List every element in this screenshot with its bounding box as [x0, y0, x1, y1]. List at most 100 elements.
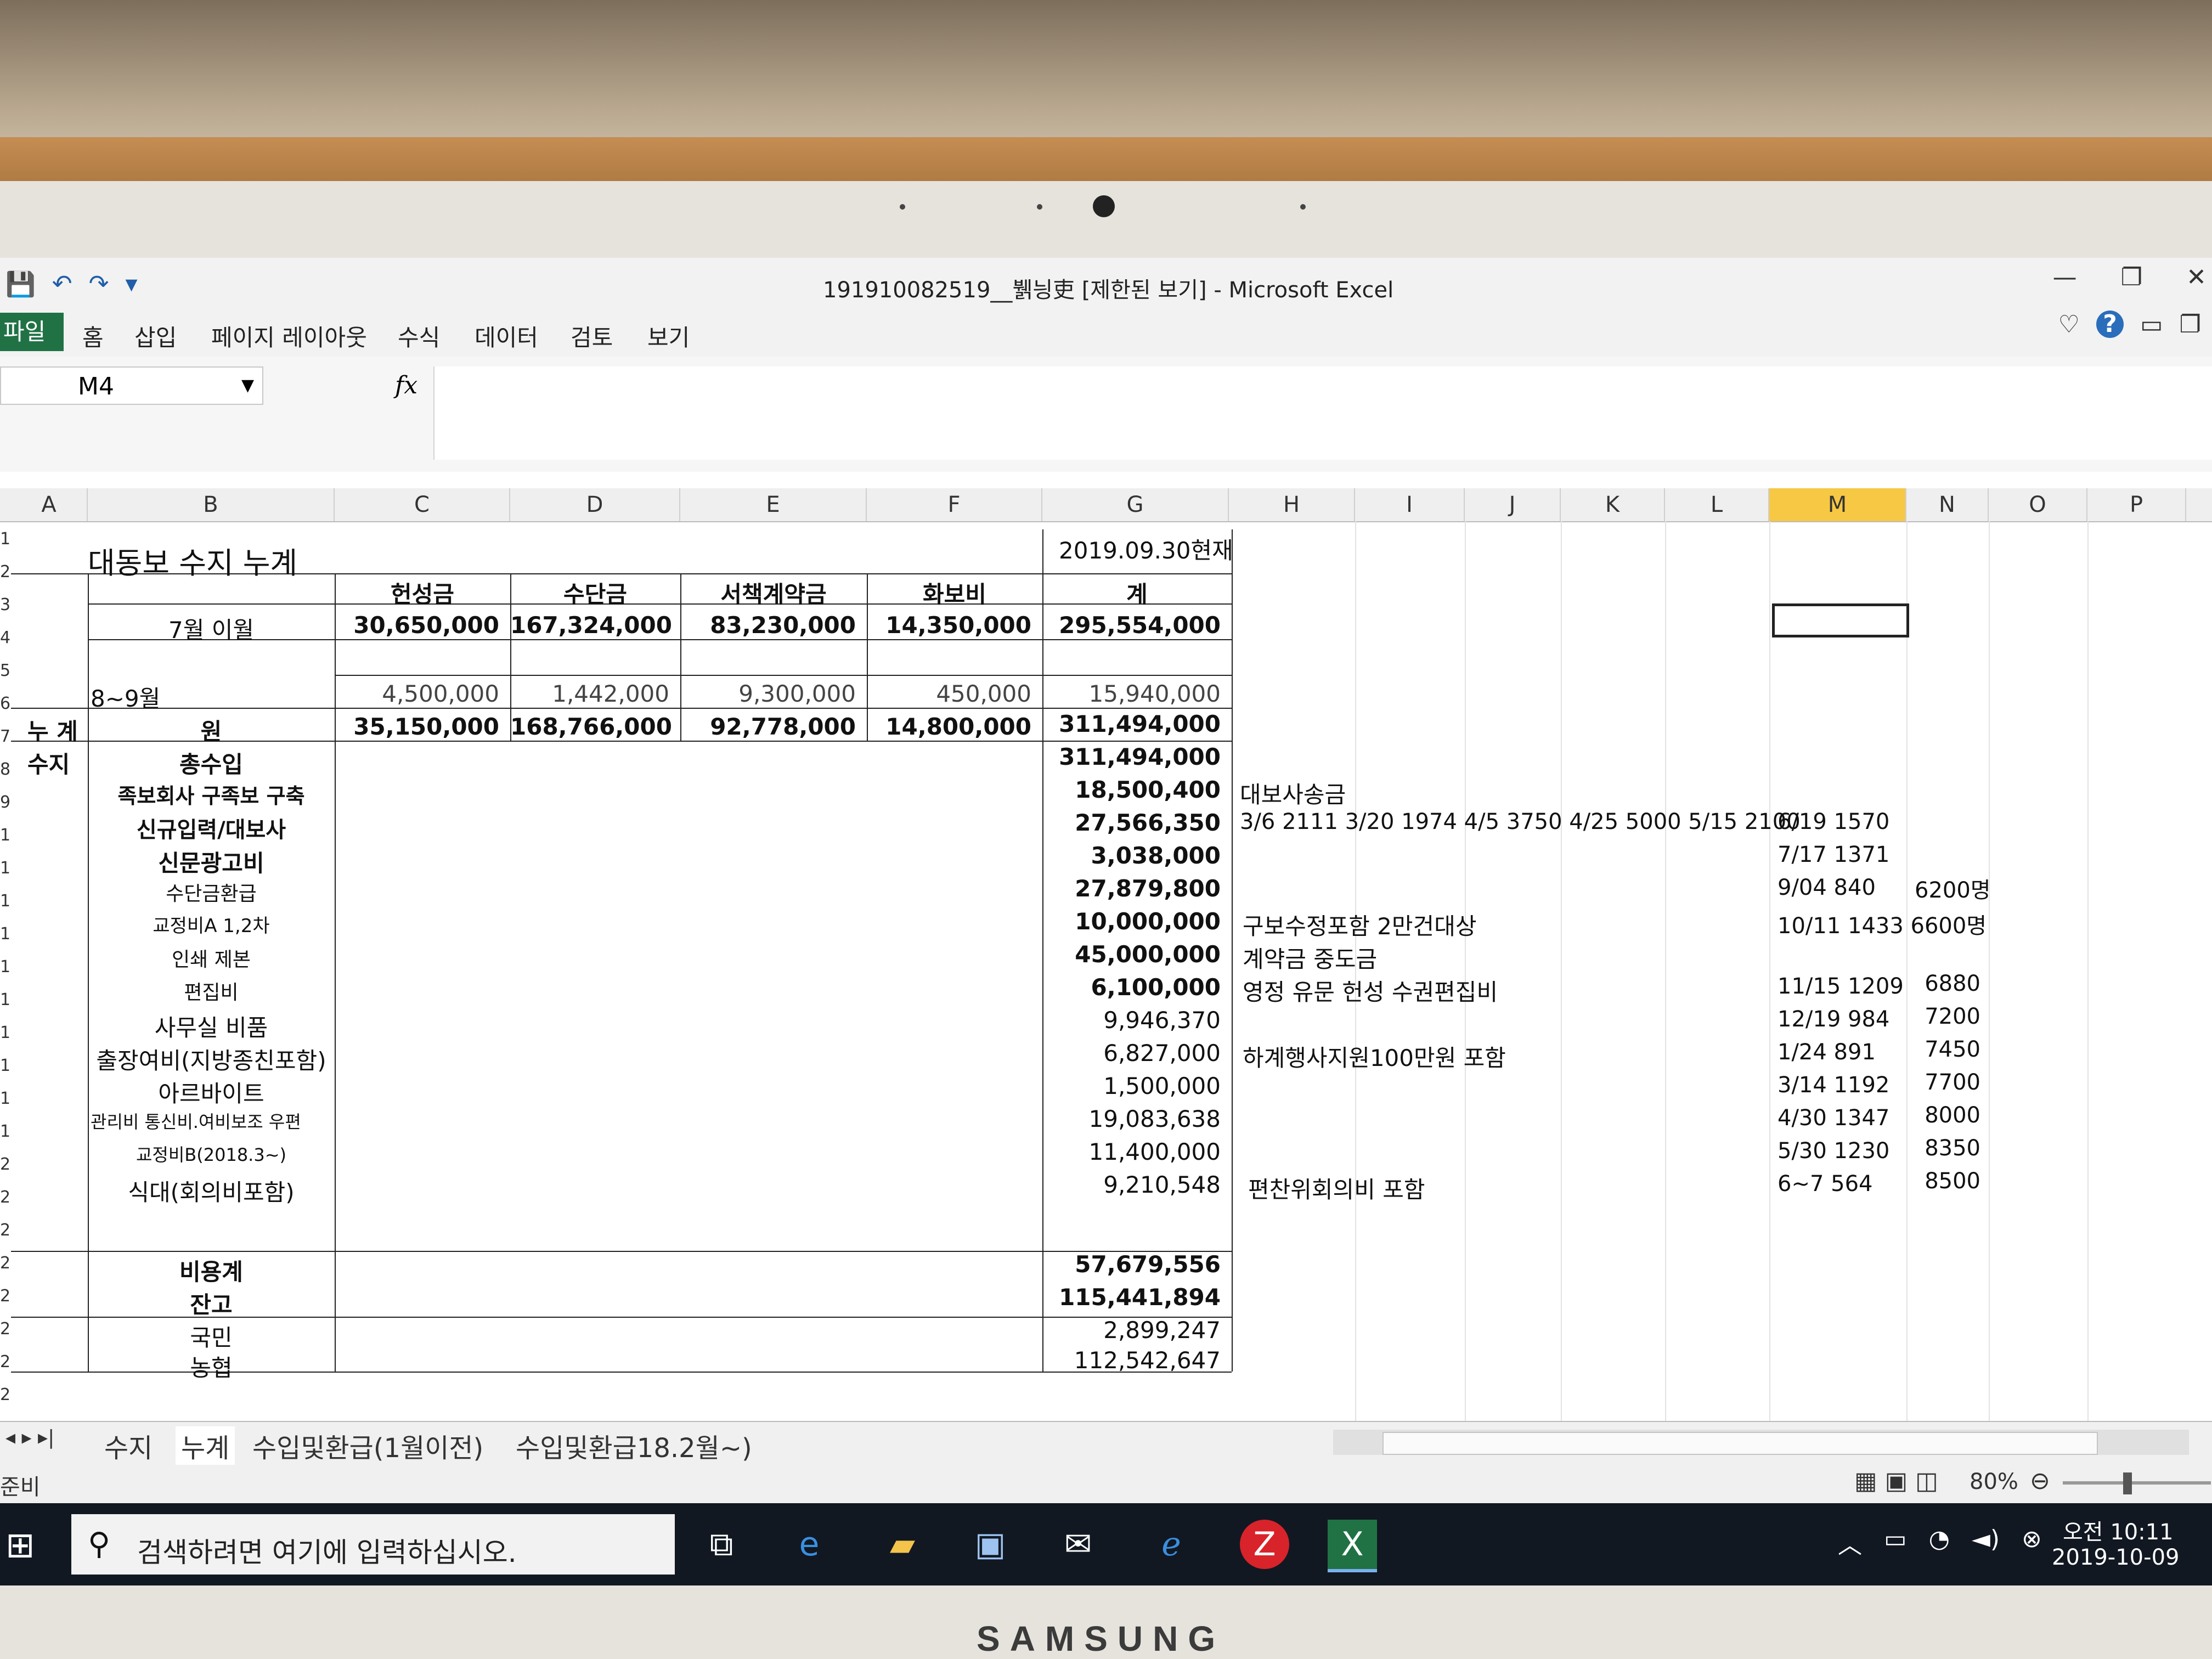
sheet-tab[interactable]: 수지 — [104, 1426, 153, 1465]
zoom-slider[interactable] — [2063, 1481, 2211, 1485]
column-header[interactable]: D — [510, 488, 680, 521]
ribbon-collapse-icon[interactable]: ♡ — [2058, 311, 2080, 338]
battery-icon[interactable]: ▭ — [1884, 1525, 1907, 1560]
redo-icon[interactable]: ↷ — [89, 270, 109, 298]
spreadsheet-grid[interactable]: A B C D E F G H I J K L M N O P 대동보 수지 누… — [0, 488, 2212, 1421]
row-header[interactable]: 5 — [0, 661, 11, 680]
save-icon[interactable]: 💾 — [5, 270, 36, 298]
tab-view[interactable]: 보기 — [647, 319, 690, 353]
z-app-icon[interactable]: Z — [1240, 1520, 1289, 1569]
row-header[interactable]: 2 — [0, 562, 11, 582]
tab-insert[interactable]: 삽입 — [134, 319, 177, 353]
column-header[interactable]: I — [1355, 488, 1465, 521]
column-header[interactable]: G — [1042, 488, 1229, 521]
zoom-level[interactable]: 80% — [1970, 1469, 2018, 1494]
folder-icon[interactable]: ▰ — [878, 1520, 927, 1569]
tab-data[interactable]: 데이터 — [475, 319, 538, 353]
chevron-up-icon[interactable]: ︿ — [1838, 1525, 1862, 1560]
clock-date[interactable]: 2019-10-09 — [2052, 1545, 2179, 1570]
zoom-out-icon[interactable]: ⊖ — [2030, 1467, 2050, 1495]
edge-icon[interactable]: e — [785, 1520, 834, 1569]
undo-icon[interactable]: ↶ — [52, 270, 72, 298]
column-header[interactable]: A — [11, 488, 88, 521]
page-break-view-icon[interactable]: ◫ — [1915, 1467, 1938, 1495]
row-header[interactable]: 6 — [0, 694, 11, 713]
column-header[interactable]: P — [2087, 488, 2186, 521]
column-header-selected[interactable]: M — [1769, 488, 1906, 521]
row-header[interactable]: 16 — [0, 1023, 11, 1042]
column-header[interactable]: H — [1229, 488, 1355, 521]
close-button[interactable]: ✕ — [2186, 263, 2207, 291]
sheet-tab[interactable]: 수입및환급(1월이전) — [252, 1426, 483, 1465]
row-header[interactable]: 24 — [0, 1286, 11, 1306]
row-header[interactable]: 14 — [0, 957, 11, 977]
tab-page-layout[interactable]: 페이지 레이아웃 — [211, 319, 367, 353]
function-icon[interactable]: fx — [395, 366, 417, 405]
row-header[interactable]: 7 — [0, 727, 11, 746]
row-header[interactable]: 4 — [0, 628, 11, 647]
minimize-button[interactable]: — — [2053, 263, 2077, 291]
zoom-slider-thumb[interactable] — [2123, 1472, 2132, 1494]
column-header[interactable]: F — [867, 488, 1042, 521]
window-restore-icon[interactable]: ❐ — [2180, 311, 2201, 338]
row-header[interactable]: 25 — [0, 1319, 11, 1339]
row-header[interactable]: 17 — [0, 1056, 11, 1075]
network-off-icon[interactable]: ⊗ — [2022, 1525, 2042, 1560]
row-header[interactable]: 9 — [0, 793, 11, 812]
page-layout-view-icon[interactable]: ▣ — [1885, 1467, 1908, 1495]
row-header[interactable]: 3 — [0, 595, 11, 614]
column-header[interactable]: E — [680, 488, 867, 521]
help-icon[interactable]: ? — [2096, 311, 2124, 338]
customize-toolbar-icon[interactable]: ▾ — [126, 270, 138, 298]
tab-home[interactable]: 홈 — [82, 319, 104, 353]
column-header[interactable]: L — [1665, 488, 1769, 521]
chevron-down-icon[interactable]: ▼ — [241, 366, 254, 405]
sheet-tab[interactable]: 수입및환급18.2월~) — [516, 1426, 752, 1465]
window-minimize-icon[interactable]: ▭ — [2140, 311, 2163, 338]
store-icon[interactable]: ▣ — [966, 1520, 1015, 1569]
normal-view-icon[interactable]: ▦ — [1854, 1467, 1877, 1495]
row-header[interactable]: 13 — [0, 924, 11, 944]
horizontal-scrollbar[interactable] — [1333, 1430, 2189, 1455]
row-header[interactable]: 21 — [0, 1188, 11, 1207]
row-header[interactable]: 19 — [0, 1122, 11, 1141]
windows-start-icon[interactable]: ⊞ — [5, 1525, 35, 1566]
clock-time[interactable]: 오전 10:11 — [2063, 1514, 2174, 1546]
row-header[interactable]: 22 — [0, 1221, 11, 1240]
row-header[interactable]: 15 — [0, 990, 11, 1009]
internet-explorer-icon[interactable]: ℯ — [1147, 1520, 1196, 1569]
row-header[interactable]: 1 — [0, 529, 11, 549]
excel-icon[interactable]: X — [1328, 1520, 1377, 1572]
restore-button[interactable]: ❐ — [2121, 263, 2142, 291]
row-header[interactable]: 18 — [0, 1089, 11, 1108]
tab-review[interactable]: 검토 — [571, 319, 613, 353]
task-view-icon[interactable]: ⧉ — [697, 1520, 746, 1569]
taskbar-search-box[interactable]: ⚲ 검색하려면 여기에 입력하십시오. — [71, 1514, 675, 1575]
selected-cell[interactable] — [1772, 603, 1909, 637]
row-header[interactable]: 12 — [0, 891, 11, 911]
column-header[interactable]: J — [1465, 488, 1561, 521]
tab-scroll-icons[interactable]: ◂ ▸ ▸| — [5, 1426, 54, 1449]
formula-input[interactable] — [433, 366, 2212, 460]
wifi-icon[interactable]: ◔ — [1929, 1525, 1950, 1560]
volume-icon[interactable]: ◄) — [1972, 1525, 2000, 1560]
column-header[interactable]: C — [335, 488, 510, 521]
row-header[interactable]: 8 — [0, 760, 11, 779]
row-header[interactable]: 27 — [0, 1385, 11, 1404]
column-header[interactable]: N — [1906, 488, 1989, 521]
row-header[interactable]: 26 — [0, 1352, 11, 1372]
row-header[interactable]: 20 — [0, 1155, 11, 1174]
tab-formulas[interactable]: 수식 — [398, 319, 440, 353]
row-header[interactable]: 11 — [0, 859, 11, 878]
mail-icon[interactable]: ✉ — [1053, 1520, 1103, 1569]
column-header[interactable]: O — [1989, 488, 2087, 521]
tab-file[interactable]: 파일 — [0, 313, 64, 351]
row-header[interactable]: 23 — [0, 1254, 11, 1273]
scroll-thumb[interactable] — [1383, 1432, 2098, 1455]
name-box[interactable]: M4 — [0, 366, 263, 405]
window-controls: — ❐ ✕ — [2053, 263, 2207, 291]
sheet-tab-active[interactable]: 누계 — [176, 1426, 235, 1465]
row-header[interactable]: 10 — [0, 826, 11, 845]
column-header[interactable]: K — [1561, 488, 1665, 521]
column-header[interactable]: B — [88, 488, 335, 521]
